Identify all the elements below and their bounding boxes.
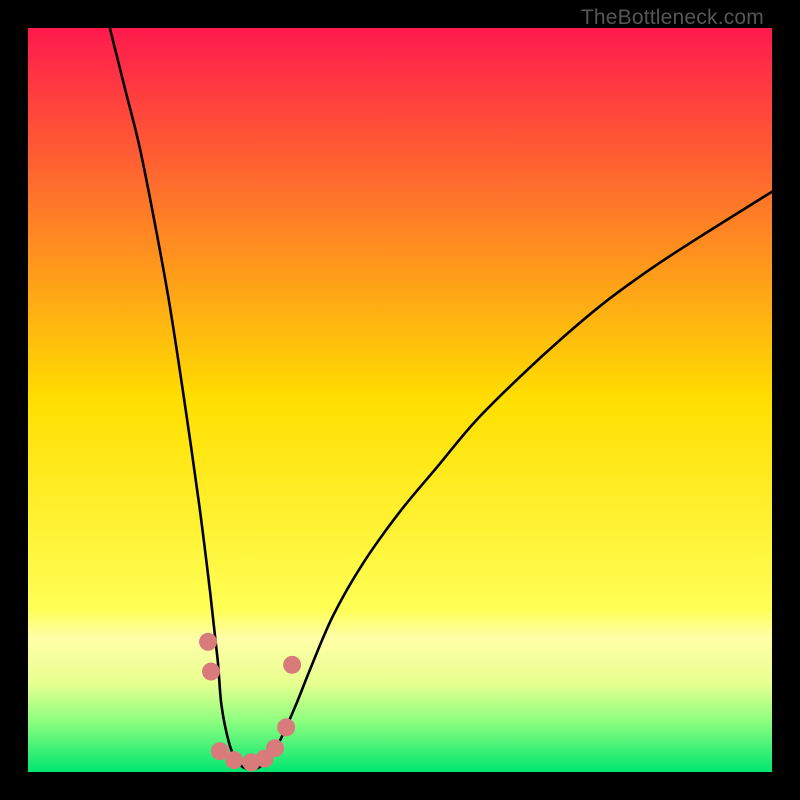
- watermark-text: TheBottleneck.com: [581, 6, 764, 30]
- bottleneck-curve-chart: [28, 28, 772, 772]
- curve-marker: [202, 663, 220, 681]
- curve-marker: [225, 751, 243, 769]
- curve-marker: [266, 739, 284, 757]
- curve-marker: [277, 718, 295, 736]
- curve-marker: [199, 633, 217, 651]
- gradient-background: [28, 28, 772, 772]
- curve-marker: [283, 656, 301, 674]
